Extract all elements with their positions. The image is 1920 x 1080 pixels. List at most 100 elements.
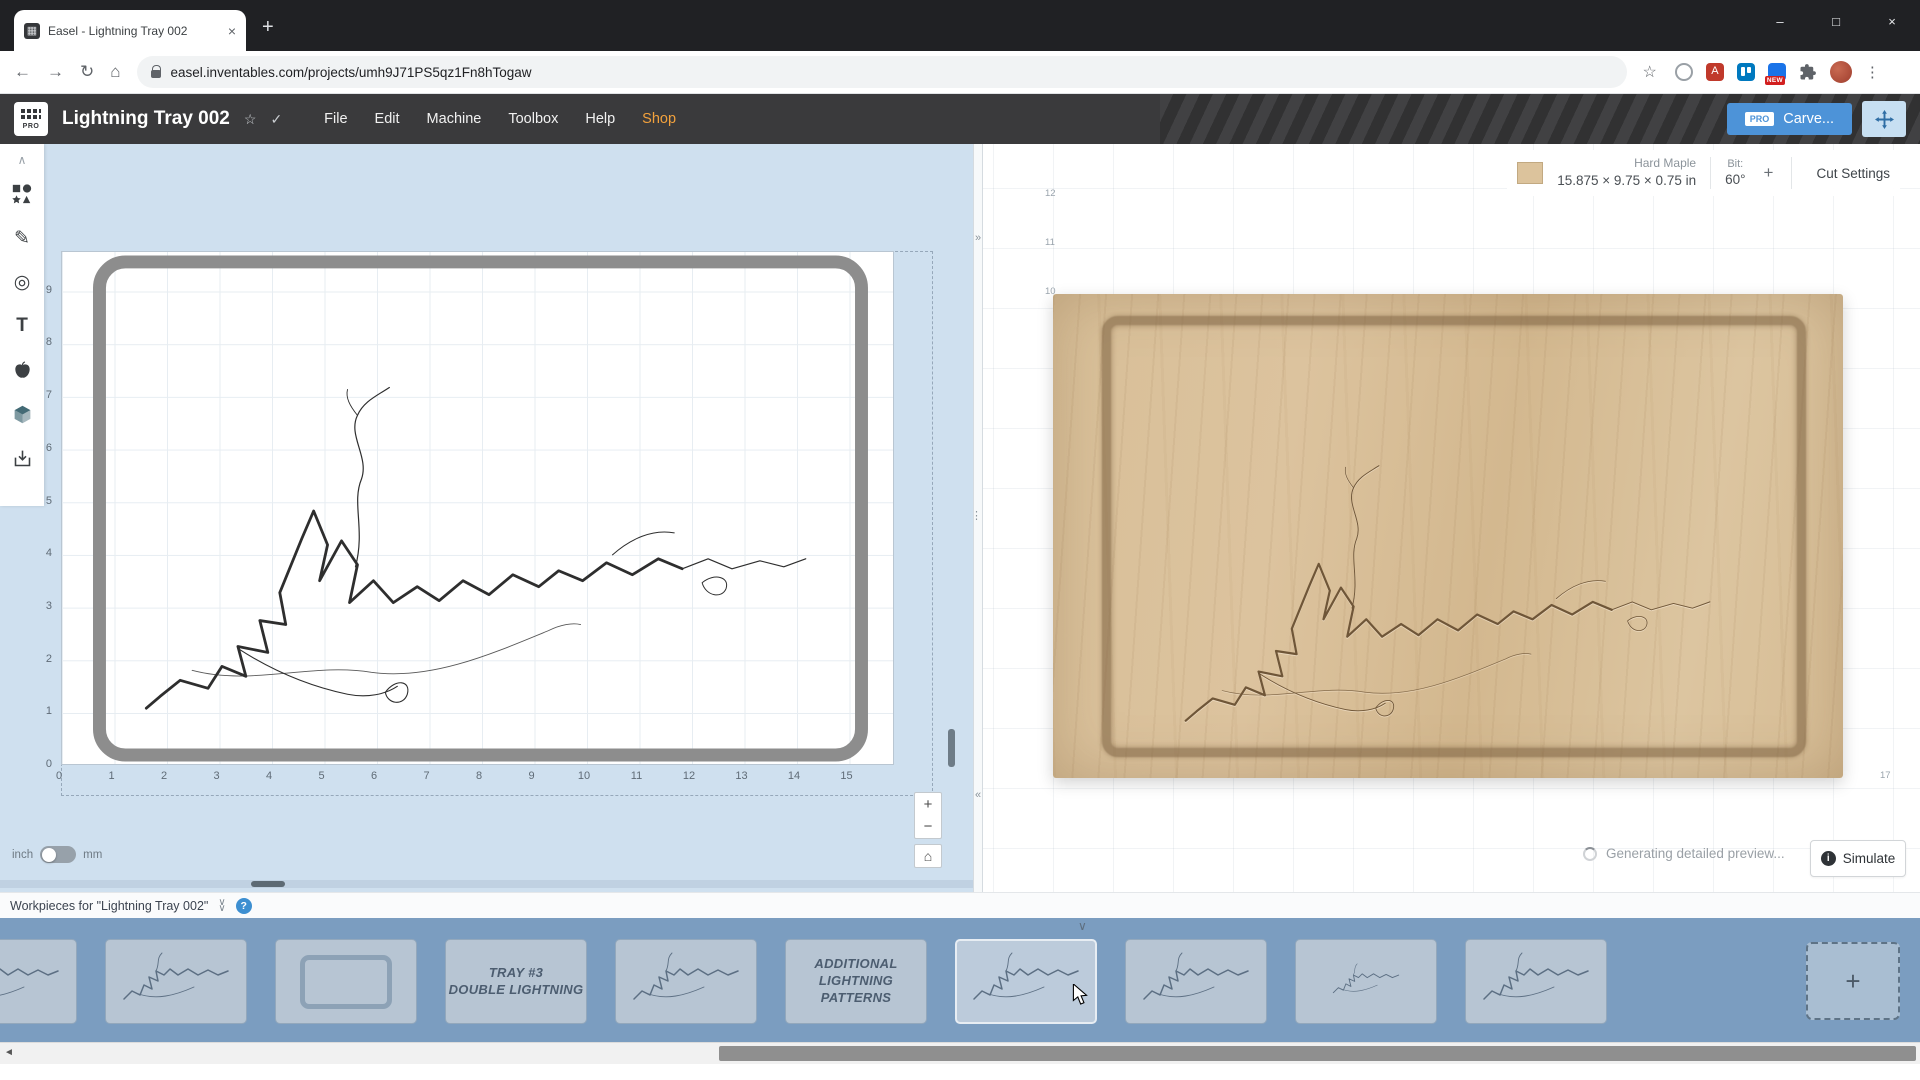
lightning-sketch (626, 947, 746, 1017)
apps-apple-icon[interactable] (0, 348, 44, 392)
browser-tab[interactable]: ▦ Easel - Lightning Tray 002 × (14, 10, 246, 51)
header-actions: PRO Carve... (1726, 101, 1906, 137)
app-menu: File Edit Machine Toolbox Help Shop (324, 111, 676, 127)
workpiece-thumbnail-5[interactable] (615, 939, 757, 1024)
menu-file[interactable]: File (324, 111, 347, 127)
refresh-icon[interactable]: ↻ (80, 62, 94, 82)
material-swatch[interactable] (1517, 162, 1544, 184)
tab-close-icon[interactable]: × (228, 23, 236, 39)
canvas-vertical-scrollbar[interactable] (948, 729, 955, 767)
workpiece-thumbnail-8[interactable] (1125, 939, 1267, 1024)
maximize-button[interactable]: □ (1808, 0, 1864, 42)
lightning-sketch (116, 947, 236, 1017)
workpiece-thumbnail-7[interactable] (955, 939, 1097, 1024)
workpiece-label-line: ADDITIONAL (814, 956, 898, 972)
cut-settings-button[interactable]: Cut Settings (1806, 166, 1900, 181)
add-workpiece-button[interactable]: + (1806, 942, 1900, 1020)
panel-divider[interactable]: » ⋮⋮ « (971, 144, 990, 892)
workpiece-thumbnail-4[interactable]: TRAY #3 DOUBLE LIGHTNING (445, 939, 587, 1024)
tray-outline-sketch (300, 954, 392, 1009)
app-header: PRO Lightning Tray 002 ☆ ✓ File Edit Mac… (0, 94, 1920, 144)
extension-acrobat-icon[interactable]: A (1705, 63, 1724, 81)
collapse-workpieces-icon[interactable]: ∨ ∨ (218, 897, 225, 913)
workpiece-thumbnail-2[interactable] (105, 939, 247, 1024)
extension-circle-icon[interactable] (1674, 63, 1693, 81)
new-tab-button[interactable]: + (262, 17, 274, 37)
preview-ruler-tick: 11 (1045, 237, 1055, 248)
bit-info[interactable]: Bit: 60° (1725, 157, 1745, 189)
lightning-design (146, 387, 805, 708)
workpiece-thumbnail-3[interactable] (275, 939, 417, 1024)
menu-help[interactable]: Help (585, 111, 615, 127)
menu-shop[interactable]: Shop (642, 111, 676, 127)
workpiece-label-line: LIGHTNING (818, 973, 894, 989)
zoom-out-button[interactable]: − (914, 815, 942, 839)
y-ruler-tick: 5 (45, 494, 52, 507)
window-controls: – □ × (1752, 0, 1920, 42)
toolbar-separator (1710, 157, 1712, 189)
toolbar-collapse-icon[interactable]: ∧ (0, 148, 44, 172)
y-ruler-tick: 9 (45, 283, 52, 296)
extension-trello-icon[interactable] (1736, 63, 1755, 81)
design-artboard[interactable] (61, 251, 894, 765)
unit-switch[interactable] (40, 846, 77, 863)
design-panel[interactable]: ∧ ✎ ◎ T + − ⌂ inch mm 0 1 2 3 4 5 6 7 8 9 10 11 12 13… (0, 144, 973, 892)
browser-menu-icon[interactable]: ⋮ (1865, 63, 1880, 81)
url-bar[interactable]: easel.inventables.com/projects/umh9J71PS… (136, 56, 1627, 88)
canvas-horizontal-scrollbar[interactable] (251, 881, 285, 887)
simulate-label: Simulate (1842, 851, 1896, 866)
workpiece-thumbnail-1[interactable] (0, 939, 77, 1024)
unit-label-inch: inch (12, 848, 34, 861)
minimize-button[interactable]: – (1752, 0, 1808, 42)
easel-logo-pro-text: PRO (22, 122, 40, 130)
workpiece-thumbnail-6[interactable]: ADDITIONAL LIGHTNING PATTERNS (785, 939, 927, 1024)
add-bit-button[interactable]: + (1760, 163, 1778, 183)
tab-title: Easel - Lightning Tray 002 (48, 23, 188, 38)
simulate-button[interactable]: i Simulate (1810, 840, 1906, 877)
workpiece-thumbnail-10[interactable] (1465, 939, 1607, 1024)
browser-home-icon[interactable]: ⌂ (110, 62, 120, 82)
material-info[interactable]: Hard Maple 15.875 × 9.75 × 0.75 in (1557, 156, 1696, 189)
profile-avatar[interactable] (1829, 61, 1852, 83)
workpiece-thumbnail-9[interactable] (1295, 939, 1437, 1024)
shapes-tool-icon[interactable] (0, 172, 44, 216)
easel-logo[interactable]: PRO (14, 102, 48, 136)
workpieces-scroll-thumb[interactable] (719, 1046, 1916, 1061)
menu-edit[interactable]: Edit (375, 111, 400, 127)
close-window-button[interactable]: × (1864, 0, 1920, 42)
y-ruler-tick: 6 (45, 441, 52, 454)
carve-button[interactable]: PRO Carve... (1726, 103, 1852, 135)
workpiece-label-line: TRAY #3 (488, 964, 544, 980)
home-view-button[interactable]: ⌂ (914, 844, 942, 868)
preview-ruler-end-tick: 17 (1880, 770, 1891, 781)
lightning-sketch-small (1328, 960, 1404, 1004)
x-ruler-tick: 0 (55, 770, 63, 782)
workpieces-scrollbar[interactable]: ◄ (0, 1042, 1920, 1064)
extensions-puzzle-icon[interactable] (1799, 63, 1817, 81)
menu-machine[interactable]: Machine (427, 111, 482, 127)
extension-blue-icon[interactable]: NEW (1764, 63, 1786, 85)
back-icon[interactable]: ← (14, 62, 31, 82)
menu-toolbox[interactable]: Toolbox (508, 111, 558, 127)
x-ruler-tick: 4 (265, 770, 273, 782)
project-title: Lightning Tray 002 (62, 108, 230, 129)
y-ruler-tick: 8 (45, 336, 52, 349)
preview-status: Generating detailed preview... (1583, 846, 1785, 861)
drill-tool-icon[interactable]: ◎ (0, 260, 44, 304)
help-icon[interactable]: ? (235, 897, 252, 914)
favorite-star-icon[interactable]: ☆ (244, 111, 257, 128)
wood-preview (1053, 294, 1843, 778)
saved-check-icon: ✓ (270, 110, 283, 127)
x-ruler-tick: 14 (787, 770, 801, 782)
bookmark-star-icon[interactable]: ☆ (1643, 62, 1657, 82)
zoom-in-button[interactable]: + (914, 792, 942, 816)
active-workpiece-caret-icon[interactable]: ∨ (1078, 919, 1087, 933)
canvas-horizontal-scroll-track[interactable] (0, 880, 973, 888)
material-dimensions: 15.875 × 9.75 × 0.75 in (1557, 173, 1697, 189)
scroll-left-arrow-icon[interactable]: ◄ (4, 1047, 14, 1058)
forward-icon[interactable]: → (47, 62, 64, 82)
pen-tool-icon[interactable]: ✎ (0, 216, 44, 260)
jog-button[interactable] (1862, 101, 1906, 137)
lightning-sketch (1476, 947, 1596, 1017)
unit-label-mm: mm (83, 848, 103, 861)
